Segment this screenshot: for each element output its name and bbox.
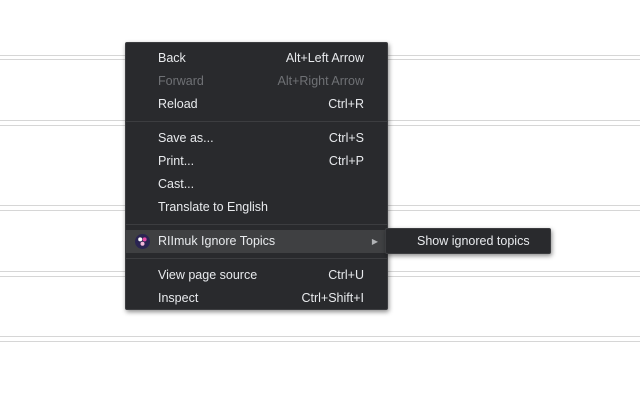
chevron-right-icon: ▶ <box>371 237 378 246</box>
page-divider <box>0 336 640 337</box>
menu-item-shortcut: Ctrl+S <box>328 131 364 145</box>
menu-item-extension[interactable]: RIImuk Ignore Topics ▶ <box>126 230 387 253</box>
submenu-item-label: Show ignored topics <box>417 234 530 248</box>
menu-item-label: Back <box>158 51 186 65</box>
menu-item-shortcut: Ctrl+P <box>328 154 364 168</box>
context-menu: Back Alt+Left Arrow Forward Alt+Right Ar… <box>125 42 388 310</box>
menu-separator <box>126 224 387 225</box>
menu-separator <box>126 258 387 259</box>
submenu-item-show-ignored-topics[interactable]: Show ignored topics <box>386 230 550 253</box>
menu-item-shortcut: Alt+Right Arrow <box>277 74 365 88</box>
menu-item-translate[interactable]: Translate to English <box>126 196 387 219</box>
menu-item-label: RIImuk Ignore Topics <box>158 234 276 248</box>
menu-item-label: Reload <box>158 97 198 111</box>
menu-item-label: Print... <box>158 154 195 168</box>
menu-item-reload[interactable]: Reload Ctrl+R <box>126 93 387 116</box>
menu-item-cast[interactable]: Cast... <box>126 173 387 196</box>
page-divider <box>0 341 640 342</box>
menu-item-label: Inspect <box>158 291 199 305</box>
page-background: Back Alt+Left Arrow Forward Alt+Right Ar… <box>0 0 640 400</box>
menu-item-label: Forward <box>158 74 204 88</box>
menu-item-label: Save as... <box>158 131 214 145</box>
menu-item-shortcut: Ctrl+R <box>328 97 364 111</box>
menu-item-inspect[interactable]: Inspect Ctrl+Shift+I <box>126 287 387 310</box>
menu-item-save-as[interactable]: Save as... Ctrl+S <box>126 127 387 150</box>
menu-item-print[interactable]: Print... Ctrl+P <box>126 150 387 173</box>
menu-item-label: Translate to English <box>158 200 269 214</box>
menu-item-forward: Forward Alt+Right Arrow <box>126 70 387 93</box>
extension-icon <box>135 234 150 249</box>
menu-item-label: View page source <box>158 268 258 282</box>
menu-item-shortcut: Alt+Left Arrow <box>285 51 364 65</box>
menu-item-view-source[interactable]: View page source Ctrl+U <box>126 264 387 287</box>
menu-separator <box>126 121 387 122</box>
extension-submenu: Show ignored topics <box>385 228 551 254</box>
menu-item-shortcut: Ctrl+Shift+I <box>301 291 364 305</box>
menu-item-shortcut: Ctrl+U <box>328 268 364 282</box>
menu-item-back[interactable]: Back Alt+Left Arrow <box>126 47 387 70</box>
menu-item-label: Cast... <box>158 177 195 191</box>
